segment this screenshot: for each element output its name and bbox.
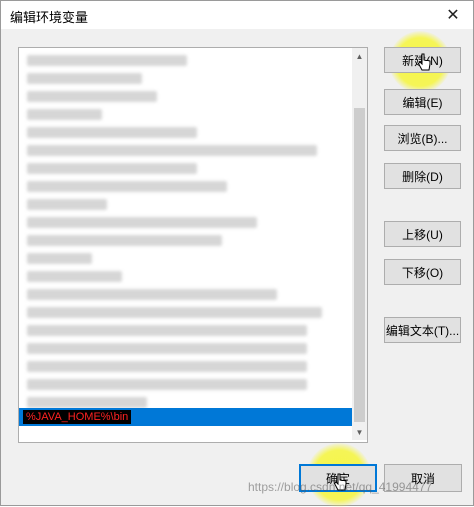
list-item[interactable] xyxy=(19,214,352,232)
list-item[interactable] xyxy=(19,196,352,214)
list-item[interactable] xyxy=(19,142,352,160)
vertical-scrollbar[interactable]: ▲ ▼ xyxy=(352,48,367,440)
list-item[interactable] xyxy=(19,124,352,142)
list-item[interactable] xyxy=(19,178,352,196)
scroll-up-arrow-icon[interactable]: ▲ xyxy=(352,48,367,64)
list-item[interactable] xyxy=(19,304,352,322)
close-icon: ✕ xyxy=(446,7,460,24)
list-item[interactable] xyxy=(19,322,352,340)
list-item[interactable] xyxy=(19,232,352,250)
list-item[interactable] xyxy=(19,340,352,358)
list-item[interactable] xyxy=(19,52,352,70)
list-item[interactable] xyxy=(19,106,352,124)
list-item[interactable] xyxy=(19,376,352,394)
path-entries-list[interactable]: %JAVA_HOME%\bin ▲ ▼ xyxy=(18,47,368,443)
scroll-thumb[interactable] xyxy=(354,108,365,422)
list-item[interactable] xyxy=(19,250,352,268)
edit-button[interactable]: 编辑(E) xyxy=(384,89,461,115)
edit-text-button[interactable]: 编辑文本(T)... xyxy=(384,317,461,343)
browse-button[interactable]: 浏览(B)... xyxy=(384,125,461,151)
scroll-down-arrow-icon[interactable]: ▼ xyxy=(352,424,367,440)
title-bar: 编辑环境变量 ✕ xyxy=(1,1,473,29)
list-item[interactable] xyxy=(19,286,352,304)
delete-button[interactable]: 删除(D) xyxy=(384,163,461,189)
list-item[interactable] xyxy=(19,358,352,376)
list-item[interactable] xyxy=(19,160,352,178)
list-item[interactable] xyxy=(19,88,352,106)
entry-edit-field[interactable]: %JAVA_HOME%\bin xyxy=(23,410,132,424)
move-up-button[interactable]: 上移(U) xyxy=(384,221,461,247)
move-down-button[interactable]: 下移(O) xyxy=(384,259,461,285)
dialog-title: 编辑环境变量 xyxy=(10,10,89,25)
list-item[interactable] xyxy=(19,70,352,88)
new-button[interactable]: 新建(N) xyxy=(384,47,461,73)
close-button[interactable]: ✕ xyxy=(439,3,467,27)
list-item-selected[interactable]: %JAVA_HOME%\bin xyxy=(19,408,352,426)
list-item[interactable] xyxy=(19,268,352,286)
edit-env-variable-dialog: 编辑环境变量 ✕ %JAVA_HOME%\bin ▲ ▼ 新建(N) 编辑(E)… xyxy=(0,0,474,507)
watermark-text: https://blog.csdn.net/qq_41994477 xyxy=(248,480,433,494)
